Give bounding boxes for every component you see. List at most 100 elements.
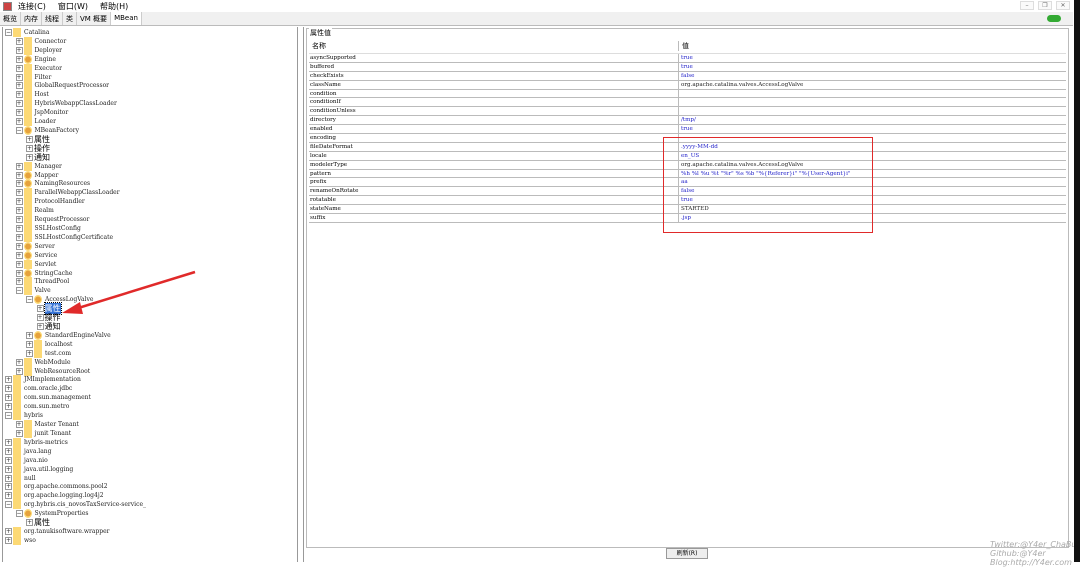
expand-icon[interactable]: + [5,474,12,482]
tab-threads[interactable]: 线程 [42,12,63,25]
expand-icon[interactable]: + [26,135,33,143]
tree-node[interactable]: − org.hybris.cis_novosTaxService-service_ [5,500,146,510]
attribute-value[interactable] [679,98,1066,106]
mbean-tree[interactable]: − Catalina + Connector + Deployer + Engine + Exec… [2,27,298,562]
tree-node[interactable]: + Manager [15,161,62,171]
tree-node[interactable]: + StandardEngineValve [26,330,111,340]
tree-node[interactable]: + Host [15,90,49,100]
tree-node[interactable]: + Realm [15,206,54,216]
tree-node[interactable]: + Master Tenant [15,420,79,430]
attribute-value[interactable]: true [679,54,1066,62]
expand-icon[interactable]: + [15,100,23,108]
tab-classes[interactable]: 类 [63,12,77,25]
table-row[interactable]: condition [309,89,1066,99]
expand-icon[interactable]: + [26,331,33,339]
expand-icon[interactable]: + [15,55,23,63]
expand-icon[interactable]: + [15,109,23,117]
expand-icon[interactable]: + [15,171,23,179]
tree-node[interactable]: + null [5,473,36,483]
expand-icon[interactable]: + [26,349,33,357]
tree-node[interactable]: + Servlet [15,259,56,269]
expand-icon[interactable]: + [15,367,23,375]
collapse-icon[interactable]: − [5,29,12,36]
tree-node[interactable]: + Engine [15,54,56,64]
tree-node[interactable]: + java.util.logging [5,464,73,474]
table-row[interactable]: enabled true [309,125,1066,135]
expand-icon[interactable]: + [5,403,12,411]
expand-icon[interactable]: + [5,536,12,544]
tree-node[interactable]: + org.apache.commons.pool2 [5,482,108,492]
expand-icon[interactable]: + [15,118,23,126]
attribute-value[interactable]: true [679,125,1066,133]
tree-node[interactable]: + WebModule [15,357,71,367]
tree-node[interactable]: + junit Tenant [15,428,71,438]
expand-icon[interactable]: + [15,180,23,188]
tree-node[interactable]: + WebResourceRoot [15,366,90,376]
tree-node[interactable]: − SystemProperties [15,509,88,519]
collapse-icon[interactable]: − [15,510,23,518]
attribute-value[interactable] [679,90,1066,98]
tree-node[interactable]: + Loader [15,117,56,127]
expand-icon[interactable]: + [5,447,12,455]
tree-node[interactable]: + JMImplementation [5,375,81,385]
tree-node[interactable]: + Filter [15,72,51,82]
tree-node[interactable]: + wso [5,535,36,545]
tree-node[interactable]: + Mapper [15,170,58,180]
expand-icon[interactable]: + [15,358,23,366]
tab-overview[interactable]: 概览 [0,12,21,25]
expand-icon[interactable]: + [15,269,23,277]
attribute-value[interactable]: /tmp/ [679,116,1066,124]
expand-icon[interactable]: + [15,198,23,206]
expand-icon[interactable]: + [5,456,12,464]
tree-node[interactable]: + Connector [15,36,66,46]
tree-node[interactable]: + org.tanukisoftware.wrapper [5,526,110,536]
table-row[interactable]: checkExists false [309,71,1066,81]
expand-icon[interactable]: + [15,73,23,81]
tree-node[interactable]: − Valve [15,286,51,296]
tree-node[interactable]: + Service [15,250,57,260]
refresh-button[interactable]: 刷新(R) [666,548,708,559]
tree-node[interactable]: + Server [15,241,55,251]
tree-node[interactable]: + org.apache.logging.log4j2 [5,491,104,501]
expand-icon[interactable]: + [15,162,23,170]
tree-node[interactable]: + ThreadPool [15,277,69,287]
column-header-name[interactable]: 名称 [309,41,679,51]
tab-mbean[interactable]: MBean [111,12,142,25]
tree-node[interactable]: + com.sun.management [5,393,91,403]
tree-node[interactable]: + 通知 [36,322,61,331]
expand-icon[interactable]: + [15,91,23,99]
column-header-value[interactable]: 值 [679,41,1066,51]
expand-icon[interactable]: + [15,216,23,224]
expand-icon[interactable]: + [26,519,33,527]
attribute-value[interactable] [679,107,1066,115]
attribute-value[interactable]: org.apache.catalina.valves.AccessLogValv… [679,81,1066,89]
expand-icon[interactable]: + [15,421,23,429]
expand-icon[interactable]: + [26,153,33,161]
expand-icon[interactable]: + [26,340,33,348]
menu-window[interactable]: 窗口(W) [58,1,88,12]
expand-icon[interactable]: + [5,438,12,446]
menu-help[interactable]: 帮助(H) [100,1,128,12]
menu-connection[interactable]: 连接(C) [18,1,46,12]
collapse-icon[interactable]: − [26,296,33,304]
minimize-button[interactable]: – [1020,1,1034,10]
tree-node[interactable]: − Catalina [5,28,49,37]
table-row[interactable]: buffered true [309,62,1066,72]
expand-icon[interactable]: + [15,207,23,215]
expand-icon[interactable]: + [15,429,23,437]
tree-node[interactable]: + ParallelWebappClassLoader [15,188,120,198]
expand-icon[interactable]: + [26,144,33,152]
expand-icon[interactable]: + [15,251,23,259]
tree-node[interactable]: + ProtocolHandler [15,197,85,207]
tab-vm-summary[interactable]: VM 概要 [77,12,112,25]
tree-node[interactable]: + StringCache [15,268,72,278]
tree-node[interactable]: + RequestProcessor [15,215,89,225]
tree-node[interactable]: + hybris-metrics [5,437,68,447]
tree-node[interactable]: + HybrisWebappClassLoader [15,99,117,109]
tree-node[interactable]: + SSLHostConfig [15,224,81,234]
attribute-value[interactable]: false [679,72,1066,80]
expand-icon[interactable]: + [5,376,12,384]
collapse-icon[interactable]: − [5,412,12,420]
collapse-icon[interactable]: − [5,501,12,509]
tree-node[interactable]: + 通知 [26,153,50,162]
